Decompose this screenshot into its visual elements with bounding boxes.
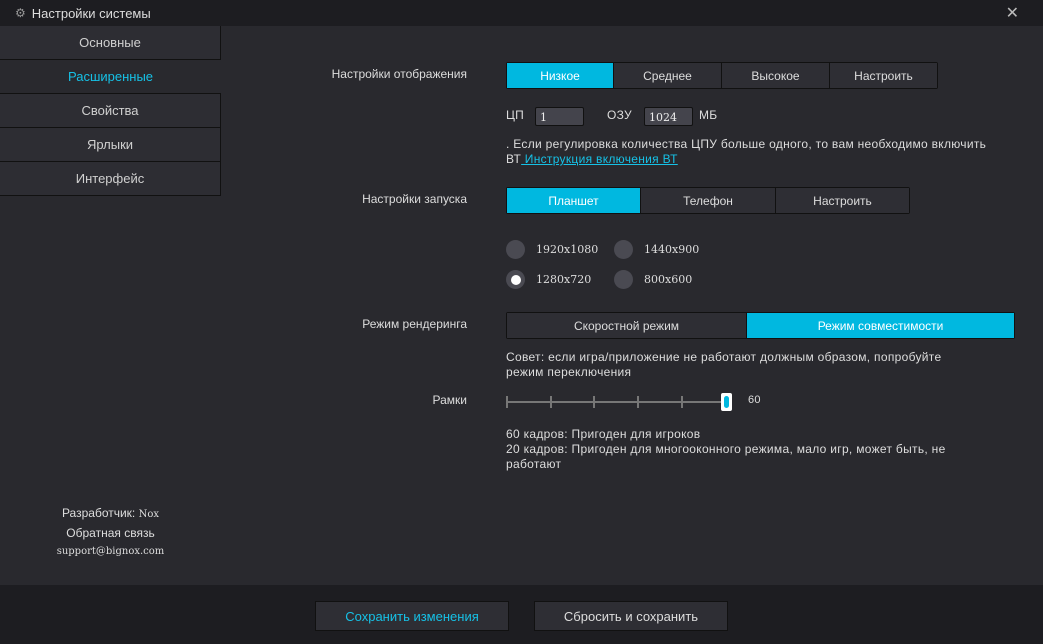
slider-thumb[interactable] xyxy=(721,393,732,411)
ram-unit: МБ xyxy=(699,108,718,122)
resolution-1920x1080-radio[interactable]: 1920x1080 xyxy=(506,240,598,259)
resolution-label: 1280x720 xyxy=(536,273,592,286)
render-mode-selector: Скоростной режим Режим совместимости xyxy=(506,312,1015,339)
gear-icon: ⚙ xyxy=(15,6,26,20)
radio-dot xyxy=(614,240,633,259)
resolution-label: 1440x900 xyxy=(644,243,700,256)
startup-custom-button[interactable]: Настроить xyxy=(776,188,909,213)
sidebar-item-properties[interactable]: Свойства xyxy=(0,94,221,128)
sidebar-item-shortcuts[interactable]: Ярлыки xyxy=(0,128,221,162)
feedback-link[interactable]: Обратная связь xyxy=(0,526,221,540)
startup-settings-label: Настройки запуска xyxy=(362,192,467,206)
sidebar: Основные Расширенные Свойства Ярлыки Инт… xyxy=(0,26,221,585)
save-changes-button[interactable]: Сохранить изменения xyxy=(315,601,509,631)
sidebar-item-basic[interactable]: Основные xyxy=(0,26,221,60)
frames-label: Рамки xyxy=(432,393,467,407)
display-low-button[interactable]: Низкое xyxy=(507,63,613,88)
slider-tick xyxy=(681,396,683,408)
reset-and-save-button[interactable]: Сбросить и сохранить xyxy=(534,601,728,631)
bt-note: . Если регулировка количества ЦПУ больше… xyxy=(506,137,998,167)
resolution-800x600-radio[interactable]: 800x600 xyxy=(614,270,692,289)
sidebar-item-advanced[interactable]: Расширенные xyxy=(0,60,221,94)
bt-instruction-link[interactable]: Инструкция включения ВТ xyxy=(521,152,678,166)
frames-info-60: 60 кадров: Пригоден для игроков xyxy=(506,427,701,441)
title-bar: ⚙ Настройки системы ✕ xyxy=(0,0,1043,26)
advanced-settings-panel: Настройки отображения Низкое Среднее Выс… xyxy=(221,26,1043,585)
radio-dot xyxy=(614,270,633,289)
frames-value: 60 xyxy=(748,394,761,406)
close-icon[interactable]: ✕ xyxy=(1006,3,1019,23)
display-settings-label: Настройки отображения xyxy=(331,67,467,81)
frames-info-20: 20 кадров: Пригоден для многооконного ре… xyxy=(506,442,946,471)
sidebar-item-interface[interactable]: Интерфейс xyxy=(0,162,221,196)
slider-tick xyxy=(550,396,552,408)
radio-dot xyxy=(506,240,525,259)
cpu-label: ЦП xyxy=(506,108,525,122)
slider-track xyxy=(506,401,730,403)
radio-dot-selected xyxy=(506,270,525,289)
ram-input[interactable]: 1024 xyxy=(644,107,693,126)
resolution-1440x900-radio[interactable]: 1440x900 xyxy=(614,240,699,259)
resolution-label: 1920x1080 xyxy=(536,243,599,256)
ram-label: ОЗУ xyxy=(607,108,632,122)
developer-info: Разработчик: Nox xyxy=(0,506,221,520)
developer-name: Nox xyxy=(138,509,160,520)
footer: Сохранить изменения Сбросить и сохранить xyxy=(0,585,1043,644)
frames-slider[interactable] xyxy=(506,392,736,412)
display-quality-selector: Низкое Среднее Высокое Настроить xyxy=(506,62,938,89)
window-title: Настройки системы xyxy=(31,5,151,21)
display-custom-button[interactable]: Настроить xyxy=(830,63,937,88)
render-compat-button[interactable]: Режим совместимости xyxy=(747,313,1014,338)
display-high-button[interactable]: Высокое xyxy=(722,63,829,88)
startup-phone-button[interactable]: Телефон xyxy=(641,188,775,213)
render-tip: Совет: если игра/приложение не работают … xyxy=(506,350,942,379)
slider-tick xyxy=(506,396,508,408)
resolution-1280x720-radio[interactable]: 1280x720 xyxy=(506,270,591,289)
render-speed-button[interactable]: Скоростной режим xyxy=(507,313,746,338)
slider-tick xyxy=(637,396,639,408)
startup-tablet-button[interactable]: Планшет xyxy=(507,188,640,213)
support-email[interactable]: support@bignox.com xyxy=(0,546,221,557)
startup-mode-selector: Планшет Телефон Настроить xyxy=(506,187,910,214)
slider-tick xyxy=(593,396,595,408)
resolution-label: 800x600 xyxy=(644,273,693,286)
cpu-input[interactable]: 1 xyxy=(535,107,584,126)
display-medium-button[interactable]: Среднее xyxy=(614,63,721,88)
render-mode-label: Режим рендеринга xyxy=(362,317,467,331)
developer-label: Разработчик: xyxy=(61,506,136,520)
